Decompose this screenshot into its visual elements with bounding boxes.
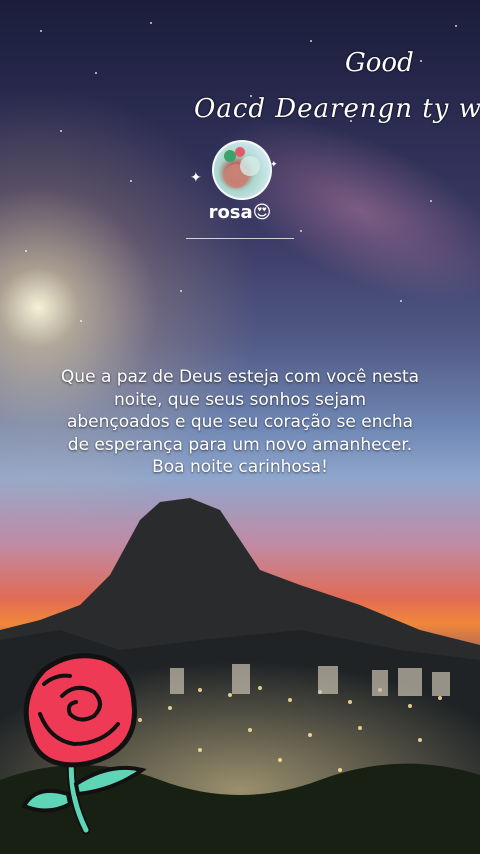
sparkle-icon: ✦ bbox=[190, 170, 202, 186]
red-rose-sticker-icon bbox=[21, 653, 147, 835]
sparkle-small-icon: ✦ bbox=[270, 160, 278, 170]
avatar-flower-photo-icon bbox=[224, 147, 260, 188]
username[interactable]: rosa😍 bbox=[0, 202, 480, 223]
greeting-line-2: Oacd Dearengn ty witl bbox=[194, 94, 480, 124]
avatar[interactable] bbox=[212, 140, 272, 200]
greeting-line-1: Good bbox=[345, 48, 414, 78]
story-screen: Good Oacd Dearengn ty witl ✦ ✦ rosa😍 Que… bbox=[0, 0, 480, 854]
blessing-message: Que a paz de Deus esteja com você nesta … bbox=[60, 367, 420, 477]
username-divider bbox=[186, 238, 294, 239]
